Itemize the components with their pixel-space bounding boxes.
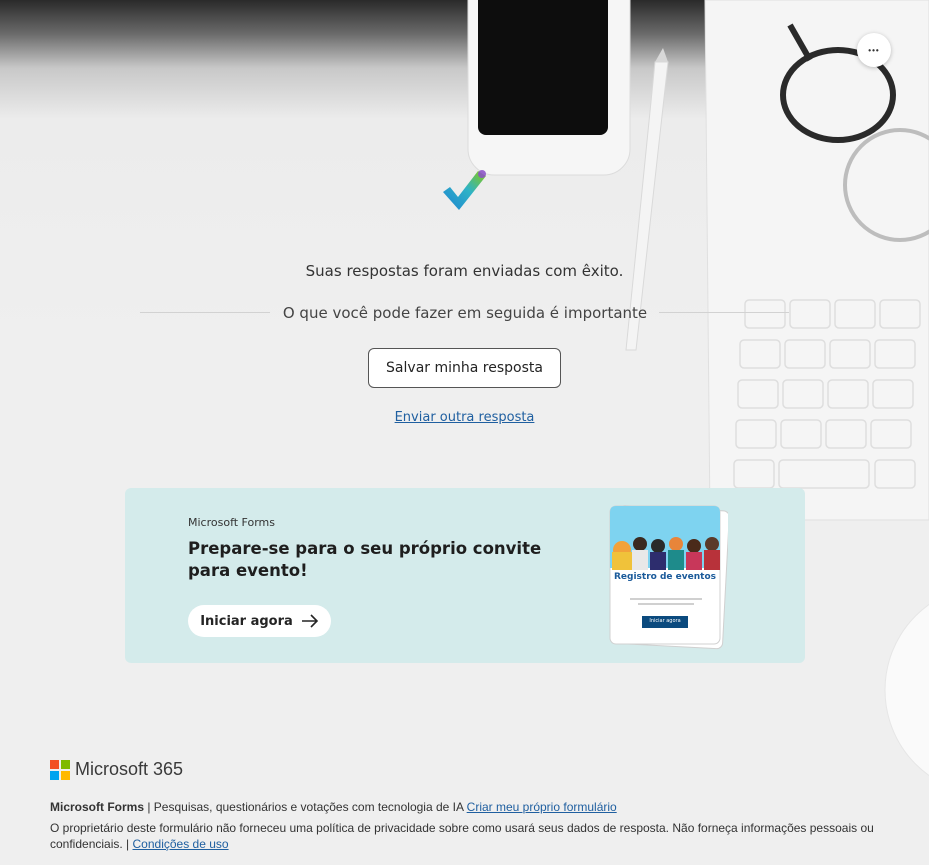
promo-card-button: Iniciar agora	[649, 618, 681, 624]
more-options-button[interactable]: •••	[857, 33, 891, 67]
arrow-right-icon	[301, 614, 318, 628]
footer-privacy-notice: O proprietário deste formulário não forn…	[50, 820, 890, 852]
microsoft-365-brand: Microsoft 365	[75, 759, 184, 779]
promo-card-title: Registro de eventos	[614, 572, 716, 582]
promo-banner: Microsoft Forms Prepare-se para o seu pr…	[125, 488, 805, 663]
create-form-link[interactable]: Criar meu próprio formulário	[467, 800, 617, 814]
footer-product-line: Microsoft Forms | Pesquisas, questionári…	[50, 800, 890, 814]
product-name: Microsoft Forms	[50, 800, 145, 814]
microsoft-logo-icon	[50, 760, 70, 780]
next-steps-heading: O que você pode fazer em seguida é impor…	[282, 304, 648, 322]
promo-brand: Microsoft Forms	[188, 516, 275, 529]
divider-left	[140, 312, 270, 313]
background-image	[0, 0, 929, 865]
product-tagline: | Pesquisas, questionários e votações co…	[144, 800, 467, 814]
promo-title: Prepare-se para o seu próprio convite pa…	[188, 539, 542, 580]
checkmark-icon	[443, 170, 486, 210]
divider-right	[659, 312, 789, 313]
terms-of-use-link[interactable]: Condições de uso	[133, 837, 229, 851]
more-options-icon: •••	[868, 45, 880, 55]
start-now-label: Iniciar agora	[200, 613, 293, 629]
save-response-button[interactable]: Salvar minha resposta	[368, 348, 561, 388]
promo-card-image: Registro de eventos Iniciar agora	[608, 504, 728, 650]
success-message: Suas respostas foram enviadas com êxito.	[305, 262, 624, 280]
start-now-button[interactable]: Iniciar agora	[188, 605, 331, 637]
send-another-response-link[interactable]: Enviar outra resposta	[0, 410, 929, 425]
